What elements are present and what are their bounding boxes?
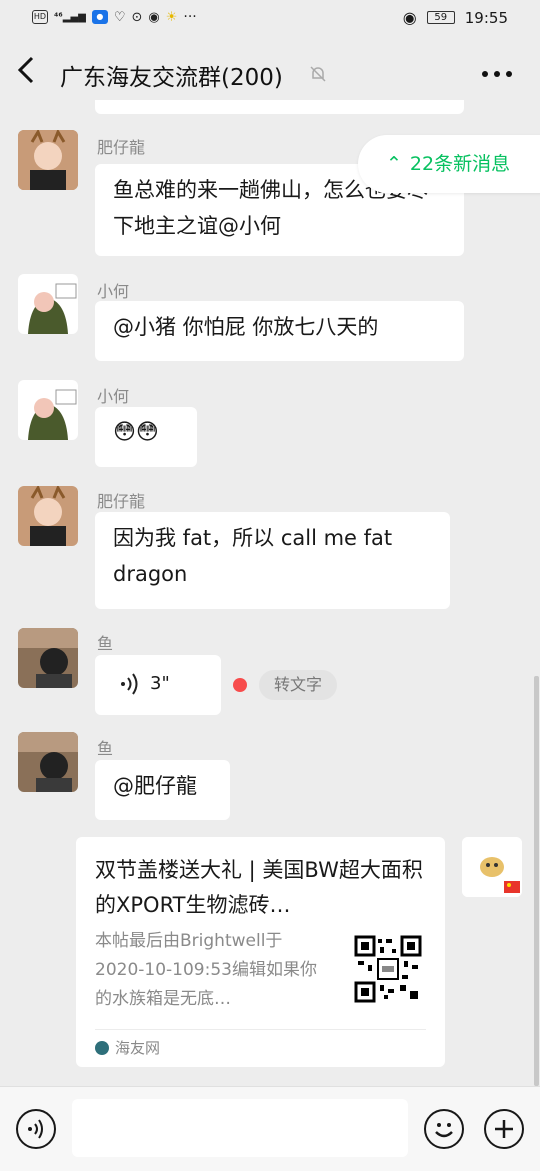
app-notification-icon: ● — [91, 10, 108, 24]
sunshine-icon: ☀ — [165, 9, 178, 25]
message-bubble[interactable]: 😳😳 — [95, 407, 197, 467]
avatar[interactable] — [18, 486, 78, 546]
qq-icon: ◉ — [148, 9, 160, 25]
message-bubble[interactable]: @小猪 你怕屁 你放七八天的 — [95, 301, 464, 361]
emoji-icon[interactable] — [424, 1109, 464, 1149]
voice-duration: 3" — [150, 673, 170, 694]
sender-name: 小何 — [97, 282, 130, 301]
bell-off-icon — [308, 64, 328, 84]
my-avatar[interactable] — [462, 837, 522, 897]
eye-icon: ◉ — [402, 8, 417, 27]
card-description: 本帖最后由Brightwell于2020-10-109:53编辑如果你的水族箱是… — [95, 931, 317, 1009]
scrollbar[interactable] — [534, 676, 539, 1086]
message-bubble[interactable]: 因为我 fat，所以 call me fat dragon — [95, 512, 450, 609]
card-source: 海友网 — [95, 1037, 160, 1058]
voice-input-icon[interactable] — [16, 1109, 56, 1149]
sender-name: 鱼 — [97, 634, 114, 653]
card-title: 双节盖楼送大礼 | 美国BW超大面积的XPORT生物滤砖… — [95, 858, 423, 917]
message-input[interactable] — [72, 1099, 408, 1157]
message-bubble-partial — [95, 100, 464, 114]
plus-circle-icon[interactable] — [484, 1109, 524, 1149]
divider — [95, 1029, 426, 1030]
sender-name: 小何 — [97, 387, 130, 406]
chat-title[interactable]: 广东海友交流群(200) — [60, 58, 283, 92]
clock: 19:55 — [464, 8, 508, 27]
convert-to-text-button[interactable]: 转文字 — [259, 670, 337, 700]
more-dots-icon: ··· — [183, 9, 197, 25]
voice-wave-icon — [119, 671, 141, 701]
unread-dot — [233, 678, 247, 692]
signal-4g-icon: ⁴⁶▂▄▆ — [54, 11, 86, 23]
location-icon: ⊙ — [131, 9, 143, 25]
site-logo-icon — [95, 1040, 109, 1055]
sender-name: 肥仔龍 — [97, 492, 146, 511]
chevron-left-icon[interactable] — [14, 54, 46, 94]
avatar[interactable] — [18, 732, 78, 792]
message-bubble[interactable]: @肥仔龍 — [95, 760, 230, 820]
input-bar — [0, 1086, 540, 1171]
hd-icon: HD — [32, 10, 48, 24]
chevron-double-up-icon: ⌃ — [386, 153, 402, 175]
sender-name: 鱼 — [97, 739, 114, 758]
qr-code-icon — [354, 935, 422, 1003]
avatar[interactable] — [18, 130, 78, 190]
avatar[interactable] — [18, 380, 78, 440]
voice-message-bubble[interactable]: 3" — [95, 655, 221, 715]
sender-name: 肥仔龍 — [97, 138, 146, 157]
battery-icon: 59 — [426, 11, 455, 24]
heart-icon: ♡ — [113, 9, 126, 25]
more-horizontal-icon[interactable] — [480, 56, 514, 86]
status-bar: HD ⁴⁶▂▄▆ ● ♡ ⊙ ◉ ☀ ··· ◉ 59 19:55 — [0, 0, 540, 36]
link-card[interactable]: 双节盖楼送大礼 | 美国BW超大面积的XPORT生物滤砖… 本帖最后由Brigh… — [76, 837, 445, 1067]
avatar[interactable] — [18, 274, 78, 334]
new-messages-banner[interactable]: ⌃ 22条新消息 — [358, 135, 540, 193]
avatar[interactable] — [18, 628, 78, 688]
